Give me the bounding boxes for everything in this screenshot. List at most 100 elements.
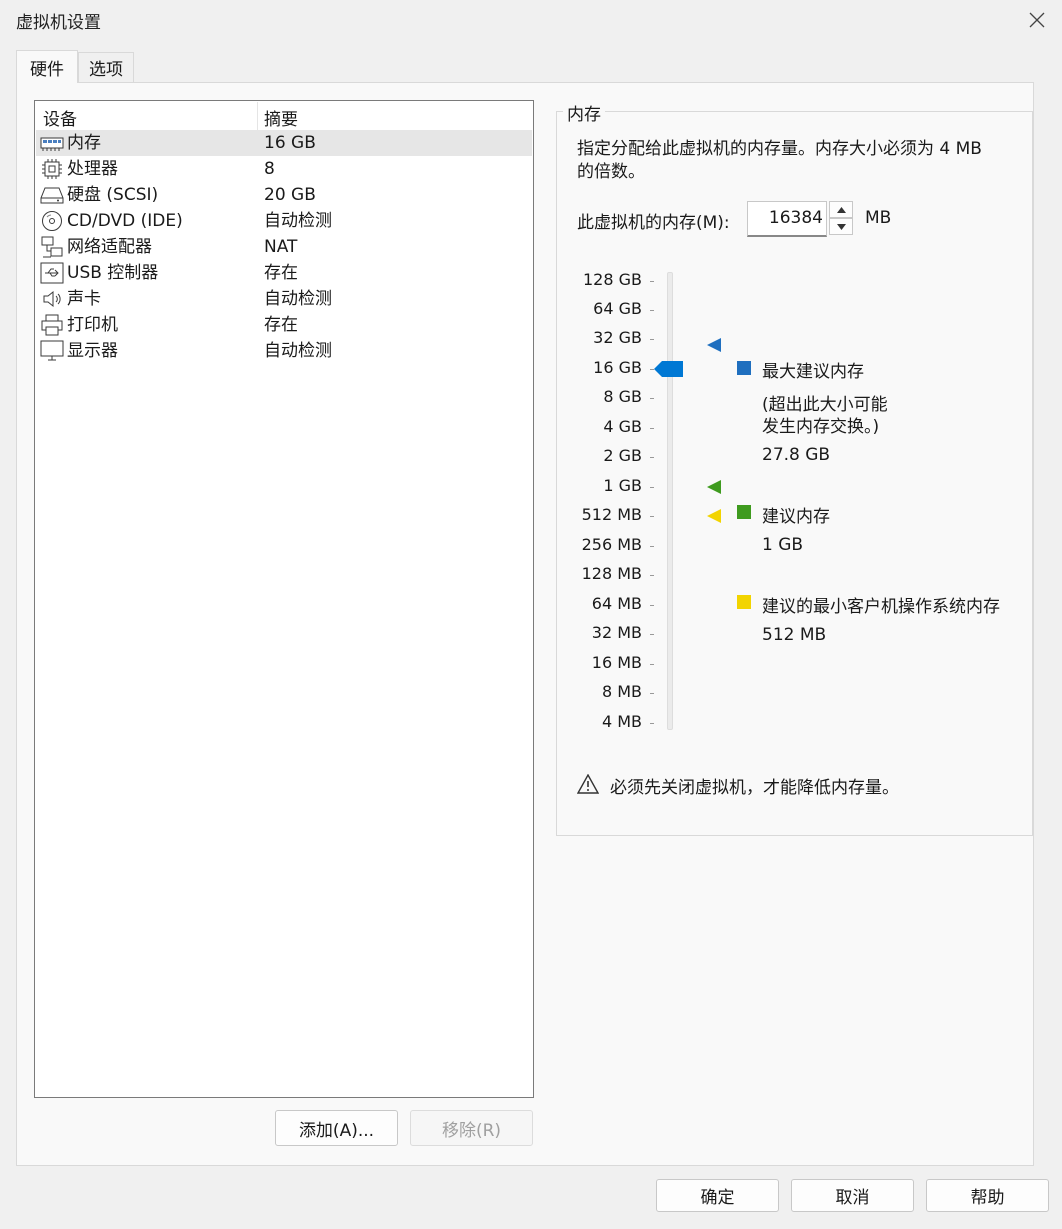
device-row-cd-dvd[interactable]: CD/DVD (IDE) 自动检测 bbox=[36, 208, 532, 234]
device-row-display[interactable]: 显示器 自动检测 bbox=[36, 338, 532, 364]
scale-tick bbox=[650, 516, 654, 517]
ok-button[interactable]: 确定 bbox=[656, 1179, 779, 1212]
device-name: 处理器 bbox=[67, 159, 118, 179]
recommended-value: 1 GB bbox=[762, 535, 804, 555]
device-row-hard-disk[interactable]: 硬盘 (SCSI) 20 GB bbox=[36, 182, 532, 208]
scale-label: 32 MB bbox=[591, 623, 642, 642]
device-row-processor[interactable]: 处理器 8 bbox=[36, 156, 532, 182]
scale-tick bbox=[650, 457, 654, 458]
scale-tick bbox=[650, 723, 654, 724]
memory-decrement-button[interactable] bbox=[829, 218, 853, 235]
device-summary: NAT bbox=[264, 237, 298, 257]
device-row-memory[interactable]: 内存 16 GB bbox=[36, 130, 532, 156]
min-recommended-swatch bbox=[737, 595, 751, 609]
network-adapter-icon bbox=[40, 236, 64, 258]
memory-slider-thumb[interactable] bbox=[654, 361, 684, 377]
device-row-network-adapter[interactable]: 网络适配器 NAT bbox=[36, 234, 532, 260]
cd-dvd-icon bbox=[40, 210, 64, 232]
device-row-usb[interactable]: USB 控制器 存在 bbox=[36, 260, 532, 286]
memory-size-input[interactable] bbox=[747, 201, 827, 237]
device-summary: 存在 bbox=[264, 263, 298, 283]
scale-tick bbox=[650, 575, 654, 576]
warning-icon bbox=[576, 773, 600, 794]
processor-icon bbox=[40, 158, 64, 180]
scale-label: 8 GB bbox=[603, 387, 642, 406]
recommended-marker bbox=[707, 479, 721, 494]
device-name: 内存 bbox=[67, 133, 101, 153]
caret-up-icon bbox=[836, 206, 846, 213]
scale-tick bbox=[650, 546, 654, 547]
scale-tick bbox=[650, 634, 654, 635]
warning-text: 必须先关闭虚拟机，才能降低内存量。 bbox=[610, 778, 899, 798]
printer-icon bbox=[40, 314, 64, 336]
scale-tick bbox=[650, 605, 654, 606]
scale-label: 16 GB bbox=[593, 358, 642, 377]
memory-slider-track[interactable] bbox=[667, 272, 673, 730]
device-summary: 自动检测 bbox=[264, 341, 332, 361]
min-recommended-label: 建议的最小客户机操作系统内存 bbox=[762, 597, 1000, 617]
scale-tick bbox=[650, 398, 654, 399]
device-name: CD/DVD (IDE) bbox=[67, 211, 183, 231]
memory-icon bbox=[40, 132, 64, 154]
scale-label: 4 GB bbox=[603, 417, 642, 436]
tab-hardware[interactable]: 硬件 bbox=[16, 50, 78, 83]
speaker-icon bbox=[40, 288, 64, 310]
scale-label: 64 GB bbox=[593, 299, 642, 318]
scale-label: 256 MB bbox=[581, 535, 642, 554]
memory-description-cont: 的倍数。 bbox=[577, 162, 645, 182]
max-recommended-note-cont: 发生内存交换。) bbox=[762, 417, 880, 437]
scale-tick bbox=[650, 693, 654, 694]
scale-label: 16 MB bbox=[591, 653, 642, 672]
monitor-icon bbox=[40, 340, 64, 362]
memory-group-title: 内存 bbox=[563, 100, 605, 125]
scale-label: 512 MB bbox=[581, 505, 642, 524]
device-summary: 20 GB bbox=[264, 185, 316, 205]
device-row-printer[interactable]: 打印机 存在 bbox=[36, 312, 532, 338]
recommended-label: 建议内存 bbox=[762, 507, 830, 527]
usb-icon bbox=[40, 262, 64, 284]
device-name: 显示器 bbox=[67, 341, 118, 361]
column-separator[interactable] bbox=[257, 102, 258, 130]
remove-device-button[interactable]: 移除(R) bbox=[410, 1110, 533, 1146]
hard-disk-icon bbox=[40, 184, 64, 206]
memory-increment-button[interactable] bbox=[829, 201, 853, 218]
device-name: 硬盘 (SCSI) bbox=[67, 185, 159, 205]
device-summary: 自动检测 bbox=[264, 211, 332, 231]
scale-label: 2 GB bbox=[603, 446, 642, 465]
close-icon bbox=[1029, 12, 1045, 28]
max-recommended-label: 最大建议内存 bbox=[762, 362, 864, 382]
help-button[interactable]: 帮助 bbox=[926, 1179, 1049, 1212]
scale-label: 128 GB bbox=[583, 270, 642, 289]
device-summary: 8 bbox=[264, 159, 275, 179]
scale-tick bbox=[650, 339, 654, 340]
column-header-summary[interactable]: 摘要 bbox=[264, 104, 298, 130]
recommended-swatch bbox=[737, 505, 751, 519]
scale-tick bbox=[650, 664, 654, 665]
scale-label: 8 MB bbox=[601, 682, 642, 701]
max-recommended-value: 27.8 GB bbox=[762, 445, 831, 465]
device-summary: 自动检测 bbox=[264, 289, 332, 309]
max-recommended-swatch bbox=[737, 361, 751, 375]
device-name: USB 控制器 bbox=[67, 263, 159, 283]
cancel-button[interactable]: 取消 bbox=[791, 1179, 914, 1212]
caret-down-icon bbox=[836, 223, 846, 230]
min-recommended-marker bbox=[707, 508, 721, 523]
device-name: 声卡 bbox=[67, 289, 101, 309]
device-name: 网络适配器 bbox=[67, 237, 152, 257]
device-name: 打印机 bbox=[67, 315, 118, 335]
scale-label: 128 MB bbox=[581, 564, 642, 583]
scale-label: 32 GB bbox=[593, 328, 642, 347]
memory-unit: MB bbox=[865, 208, 892, 228]
scale-label: 1 GB bbox=[603, 476, 642, 495]
column-header-device[interactable]: 设备 bbox=[43, 104, 77, 130]
device-summary: 存在 bbox=[264, 315, 298, 335]
min-recommended-value: 512 MB bbox=[762, 625, 827, 645]
memory-input-label: 此虚拟机的内存(M): bbox=[577, 213, 730, 233]
max-recommended-marker bbox=[707, 337, 721, 352]
close-button[interactable] bbox=[1022, 6, 1052, 34]
tab-options[interactable]: 选项 bbox=[78, 52, 134, 82]
add-device-button[interactable]: 添加(A)... bbox=[275, 1110, 398, 1146]
scale-label: 4 MB bbox=[601, 712, 642, 731]
device-row-sound-card[interactable]: 声卡 自动检测 bbox=[36, 286, 532, 312]
scale-tick bbox=[650, 428, 654, 429]
